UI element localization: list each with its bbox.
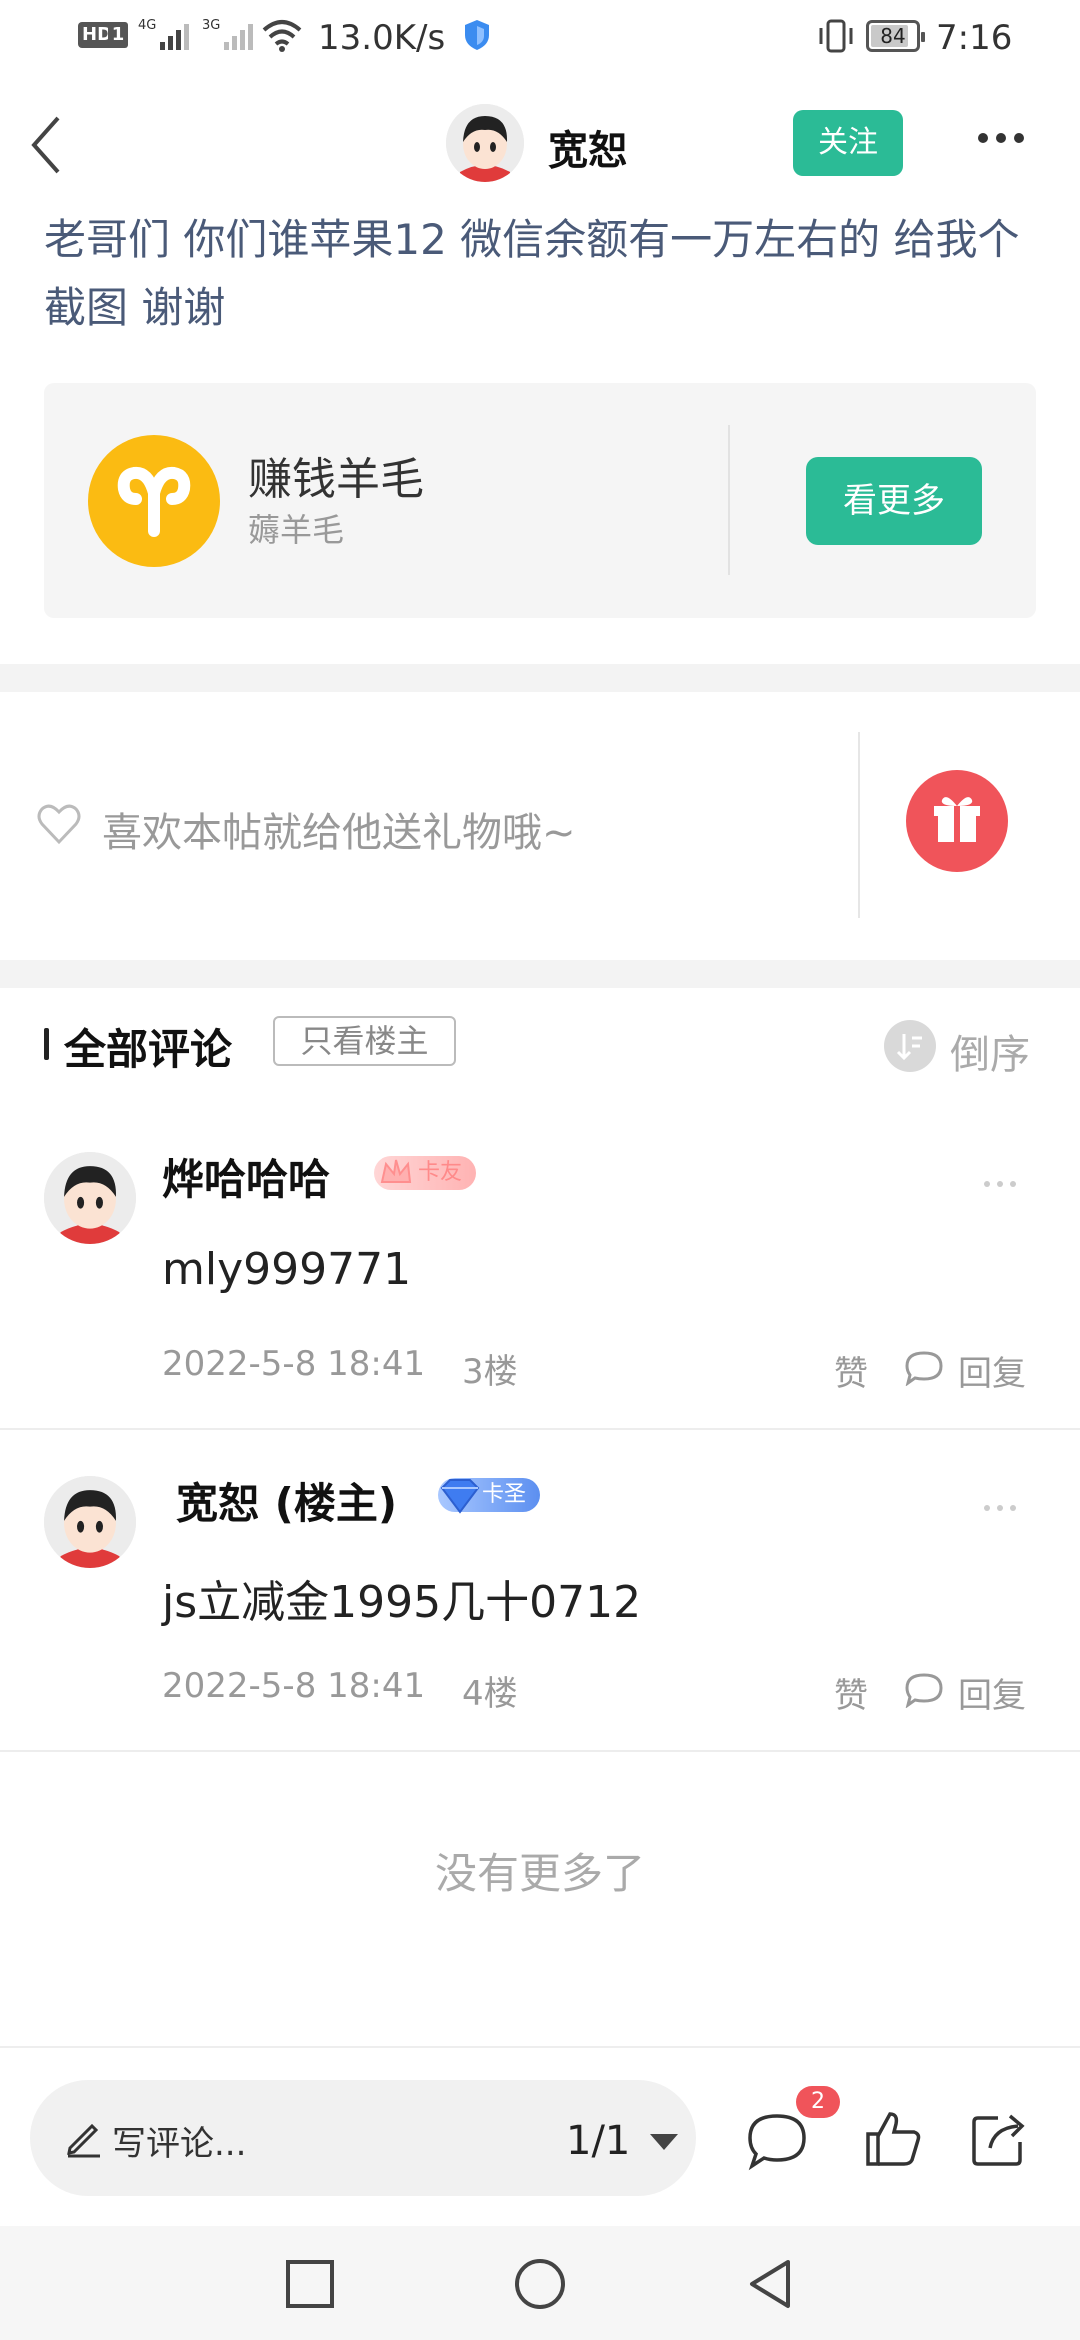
reply-icon[interactable] xyxy=(904,1672,944,1708)
commenter-name[interactable]: 宽恕 (楼主) xyxy=(176,1470,397,1531)
thumbs-up-icon[interactable] xyxy=(862,2108,924,2170)
vibrate-icon xyxy=(819,19,853,53)
comment-date: 2022-5-8 18:41 xyxy=(162,1344,426,1384)
reply-button[interactable]: 回复 xyxy=(958,1668,1026,1717)
avatar-face-icon xyxy=(44,1152,136,1244)
comment-count-badge: 2 xyxy=(796,2086,840,2118)
comment-floor: 4楼 xyxy=(462,1674,518,1714)
system-nav-bar xyxy=(0,2226,1080,2340)
gift-icon xyxy=(934,797,980,842)
like-button[interactable]: 赞 xyxy=(834,1346,868,1395)
recents-button[interactable] xyxy=(282,2256,338,2312)
bottom-action-bar: 写评论... 1/1 2 xyxy=(0,2046,1080,2226)
battery-icon: 84 xyxy=(866,20,925,52)
home-button[interactable] xyxy=(512,2256,568,2312)
signal-4g-icon: 4G xyxy=(138,18,189,50)
comment-divider xyxy=(0,1428,1080,1430)
author-name[interactable]: 宽恕 xyxy=(548,118,628,176)
chevron-down-icon[interactable] xyxy=(650,2134,678,2150)
commenter-name[interactable]: 烨哈哈哈 xyxy=(162,1146,330,1207)
avatar-face-icon xyxy=(446,104,524,182)
section-divider xyxy=(0,664,1080,692)
reply-button[interactable]: 回复 xyxy=(958,1346,1026,1395)
more-options-icon[interactable] xyxy=(978,128,1038,158)
sort-icon[interactable] xyxy=(884,1020,936,1072)
heart-icon[interactable] xyxy=(36,802,82,846)
back-nav-button[interactable] xyxy=(742,2256,798,2312)
topic-name: 赚钱羊毛 xyxy=(248,454,424,505)
gift-prompt: 喜欢本帖就给他送礼物哦~ xyxy=(102,810,576,856)
comment-date: 2022-5-8 18:41 xyxy=(162,1666,426,1706)
comment-divider xyxy=(0,1750,1080,1752)
battery-level: 84 xyxy=(880,24,906,48)
like-button[interactable]: 赞 xyxy=(834,1668,868,1717)
svg-text:3G: 3G xyxy=(202,18,220,33)
author-avatar[interactable] xyxy=(446,104,524,182)
gift-divider xyxy=(858,732,860,918)
svg-text:4G: 4G xyxy=(138,18,156,33)
topic-subtitle: 薅羊毛 xyxy=(248,511,345,549)
signal-3g-icon: 3G xyxy=(202,18,253,50)
comment-placeholder: 写评论... xyxy=(112,2124,247,2164)
share-icon[interactable] xyxy=(968,2108,1030,2170)
comment-more-icon[interactable] xyxy=(984,1172,1024,1187)
comment-body: mly999771 xyxy=(162,1244,412,1295)
clock: 7:16 xyxy=(936,18,1013,58)
see-more-button[interactable]: 看更多 xyxy=(806,457,982,545)
crown-icon xyxy=(380,1159,412,1183)
no-more-label: 没有更多了 xyxy=(434,1849,645,1898)
gift-button[interactable] xyxy=(906,770,1008,872)
net-speed: 13.0K/s xyxy=(318,18,446,58)
status-bar: HD 1 4G 3G 13.0K/s 84 7:16 xyxy=(0,0,1080,72)
topic-card[interactable]: 赚钱羊毛 薅羊毛 看更多 xyxy=(44,383,1036,618)
comment-more-icon[interactable] xyxy=(984,1496,1024,1511)
reply-icon[interactable] xyxy=(904,1350,944,1386)
sort-label[interactable]: 倒序 xyxy=(950,1022,1030,1080)
comment-body: js立减金1995几十0712 xyxy=(162,1577,642,1628)
comment-input[interactable]: 写评论... 1/1 xyxy=(30,2080,696,2196)
owner-only-filter[interactable]: 只看楼主 xyxy=(273,1016,456,1066)
section-marker xyxy=(44,1028,49,1060)
commenter-avatar[interactable] xyxy=(44,1476,136,1568)
wifi-icon xyxy=(262,20,302,52)
page-indicator[interactable]: 1/1 xyxy=(566,2118,630,2164)
pencil-icon xyxy=(67,2123,100,2158)
commenter-avatar[interactable] xyxy=(44,1152,136,1244)
diamond-icon xyxy=(440,1479,480,1514)
aries-logo-icon xyxy=(88,435,220,567)
sim-indicator: 1 xyxy=(108,22,128,48)
topic-divider xyxy=(728,425,730,575)
comments-title: 全部评论 xyxy=(64,1025,233,1074)
comment-icon[interactable] xyxy=(746,2110,808,2172)
post-title: 老哥们 你们谁苹果12 微信余额有一万左右的 给我个截图 谢谢 xyxy=(44,215,1020,332)
follow-button[interactable]: 关注 xyxy=(793,110,903,176)
back-button[interactable] xyxy=(22,110,72,180)
avatar-face-icon xyxy=(44,1476,136,1568)
comment-floor: 3楼 xyxy=(462,1352,518,1392)
shield-icon xyxy=(465,20,489,50)
section-divider xyxy=(0,960,1080,988)
